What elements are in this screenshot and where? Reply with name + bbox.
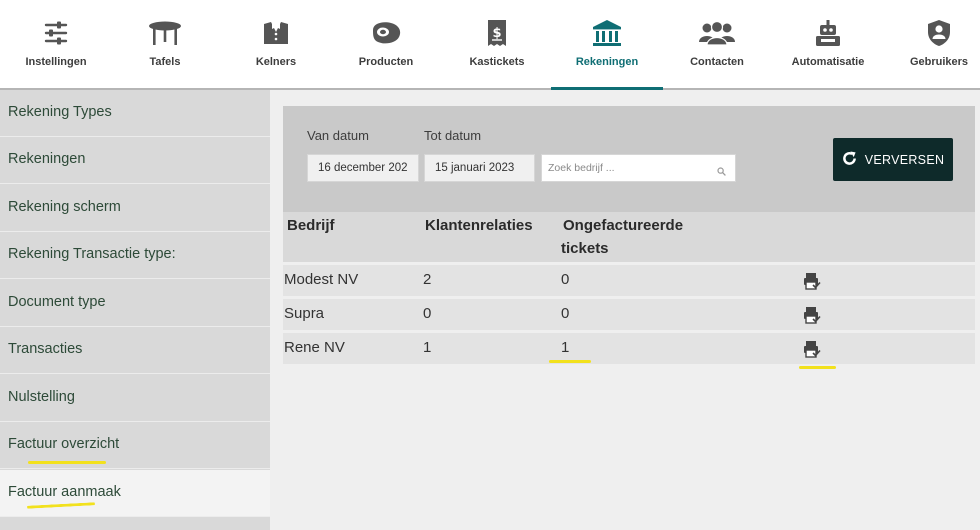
sidebar-item-nulstelling[interactable]: Nulstelling	[0, 375, 270, 422]
nav-item-kastickets[interactable]: $ Kastickets	[441, 0, 553, 88]
column-header-tickets: tickets	[561, 240, 609, 257]
cell-klantenrelaties: 0	[423, 305, 432, 322]
contacts-icon	[699, 18, 735, 48]
nav-label: Gebruikers	[909, 56, 969, 68]
to-date-label: Tot datum	[424, 128, 482, 143]
search-icon	[717, 163, 726, 181]
table-row: Rene NV 1 1	[283, 333, 975, 364]
company-search-field	[541, 154, 736, 182]
cell-bedrijf: Rene NV	[284, 339, 345, 356]
cell-bedrijf: Supra	[284, 305, 325, 322]
nav-label: Tafels	[149, 56, 181, 68]
print-invoice-icon[interactable]	[803, 272, 821, 295]
nav-item-rekeningen[interactable]: Rekeningen	[551, 0, 663, 90]
nav-item-kelners[interactable]: Kelners	[220, 0, 332, 88]
print-invoice-icon[interactable]	[803, 340, 821, 363]
nav-item-producten[interactable]: Producten	[330, 0, 442, 88]
nav-item-contacten[interactable]: Contacten	[661, 0, 773, 88]
to-date-input[interactable]: 15 januari 2023	[424, 154, 535, 182]
table-icon	[147, 18, 183, 48]
waiter-icon	[258, 18, 294, 48]
cell-ongefactureerd: 0	[561, 305, 570, 322]
nav-label: Rekeningen	[575, 56, 639, 68]
refresh-icon	[842, 150, 857, 169]
highlight-underline	[799, 366, 836, 369]
robot-icon	[810, 18, 846, 48]
column-header-klantenrelaties[interactable]: Klantenrelaties	[425, 215, 533, 237]
from-date-label: Van datum	[307, 128, 369, 143]
shield-user-icon	[921, 18, 957, 48]
print-invoice-icon[interactable]	[803, 306, 821, 329]
nav-item-gebruikers[interactable]: Gebruikers	[883, 0, 980, 88]
nav-label: Automatisatie	[791, 56, 865, 68]
bank-icon	[589, 18, 625, 48]
nav-item-tafels[interactable]: Tafels	[109, 0, 221, 88]
cell-klantenrelaties: 1	[423, 339, 432, 356]
receipt-icon: $	[479, 18, 515, 48]
sliders-icon	[38, 18, 74, 48]
svg-text:$: $	[492, 26, 501, 41]
column-header-ongefactureerde[interactable]: Ongefactureerde	[563, 215, 683, 237]
nav-item-instellingen[interactable]: Instellingen	[0, 0, 112, 88]
sidebar-item-rekening-scherm[interactable]: Rekening scherm	[0, 185, 270, 232]
highlight-underline	[28, 461, 106, 464]
sidebar-item-rekeningen[interactable]: Rekeningen	[0, 137, 270, 184]
from-date-input[interactable]: 16 december 202	[307, 154, 419, 182]
sidebar-item-document-type[interactable]: Document type	[0, 280, 270, 327]
table-row: Supra 0 0	[283, 299, 975, 330]
sidebar-item-transacties[interactable]: Transacties	[0, 327, 270, 374]
nav-label: Kelners	[255, 56, 297, 68]
sidebar-item-rekening-types[interactable]: Rekening Types	[0, 90, 270, 137]
company-search-input[interactable]	[542, 155, 712, 181]
refresh-button-label: VERVERSEN	[864, 152, 945, 167]
top-navigation: Instellingen Tafels Kelners Producten $ …	[0, 0, 980, 90]
highlight-underline	[549, 360, 591, 363]
table-row: Modest NV 2 0	[283, 265, 975, 296]
sidebar-item-factuur-aanmaak[interactable]: Factuur aanmaak	[0, 470, 270, 517]
cell-ongefactureerd: 1	[561, 339, 570, 356]
nav-label: Instellingen	[25, 56, 87, 68]
nav-label: Contacten	[690, 56, 744, 68]
nav-label: Producten	[358, 56, 414, 68]
refresh-button[interactable]: VERVERSEN	[833, 138, 953, 181]
sidebar-item-rekening-transactie-type[interactable]: Rekening Transactie type:	[0, 232, 270, 279]
cell-bedrijf: Modest NV	[284, 271, 359, 288]
nav-label: Kastickets	[469, 56, 525, 68]
column-header-bedrijf[interactable]: Bedrijf	[287, 215, 335, 237]
nav-item-automatisatie[interactable]: Automatisatie	[772, 0, 884, 88]
steak-icon	[368, 18, 404, 48]
cell-klantenrelaties: 2	[423, 271, 432, 288]
cell-ongefactureerd: 0	[561, 271, 570, 288]
